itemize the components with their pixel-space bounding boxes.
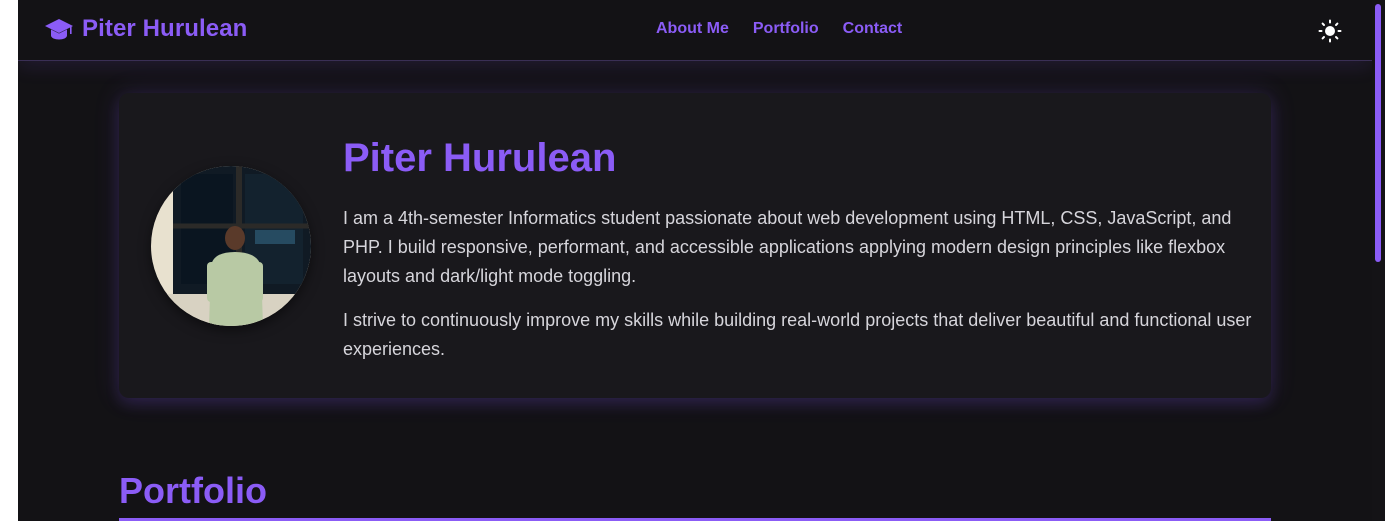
profile-name: Piter Hurulean [343, 136, 617, 180]
portfolio-heading: Portfolio [119, 470, 267, 511]
nav-link-about-me[interactable]: About Me [656, 20, 729, 38]
graduation-cap-icon [44, 14, 74, 44]
profile-card: Piter Hurulean I am a 4th-semester Infor… [119, 93, 1271, 398]
nav-link-portfolio[interactable]: Portfolio [753, 20, 819, 38]
scrollbar-thumb[interactable] [1375, 4, 1381, 262]
nav-link-contact[interactable]: Contact [843, 20, 903, 38]
main-nav: About Me Portfolio Contact [656, 20, 902, 38]
theme-toggle-button[interactable] [1318, 19, 1342, 43]
navbar: Piter Hurulean About Me Portfolio Contac… [18, 0, 1372, 61]
brand-name: Piter Hurulean [82, 15, 248, 42]
page: Piter Hurulean About Me Portfolio Contac… [18, 0, 1372, 521]
avatar [151, 166, 311, 326]
profile-bio-paragraph: I am a 4th-semester Informatics student … [343, 208, 1232, 286]
sun-icon [1318, 19, 1342, 43]
profile-text: Piter Hurulean I am a 4th-semester Infor… [343, 134, 1253, 364]
profile-bio-paragraph: I strive to continuously improve my skil… [343, 310, 1252, 359]
brand-link[interactable]: Piter Hurulean [44, 14, 247, 44]
